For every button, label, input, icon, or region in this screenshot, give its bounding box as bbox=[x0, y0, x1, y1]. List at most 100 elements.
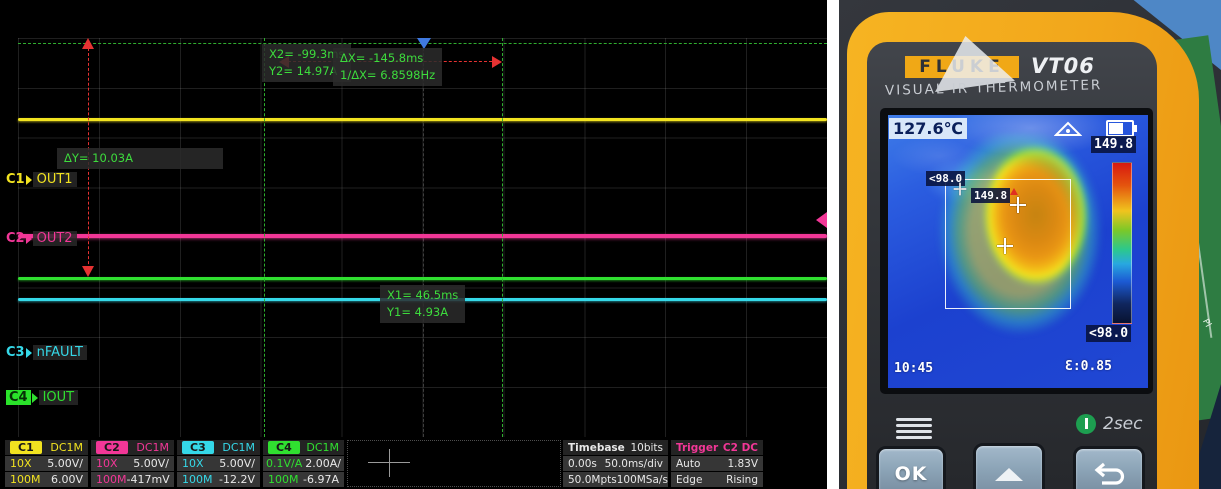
center-temp-readout: 127.6℃ bbox=[889, 118, 967, 139]
hot-spot-label: 149.8 bbox=[971, 188, 1011, 203]
scale-min-label: <98.0 bbox=[1086, 325, 1132, 342]
model-label: VT06 bbox=[1031, 54, 1095, 78]
c3-bandwidth: 100M bbox=[182, 473, 213, 486]
c4-offset: -6.97A bbox=[303, 473, 339, 486]
c4-badge[interactable]: C4 bbox=[268, 441, 300, 454]
c4-bandwidth: 100M bbox=[268, 473, 299, 486]
menu-icon bbox=[896, 418, 932, 442]
c4-trace bbox=[18, 277, 827, 280]
c3-alias: nFAULT bbox=[32, 345, 87, 360]
thermometer-photo: 2 Pl FLUKE VT06 VISUAL IR THERMOMETER bbox=[839, 0, 1221, 489]
up-button[interactable] bbox=[973, 443, 1045, 489]
up-arrow-icon bbox=[995, 467, 1023, 481]
c4-id: C4 bbox=[6, 390, 31, 405]
channel-panel-c3[interactable]: C3 DC1M 10X 5.00V/ 100M -12.2V bbox=[177, 440, 260, 487]
timebase-memory: 50.0Mpts bbox=[568, 473, 617, 486]
emissivity-readout: Ɛ:0.85 bbox=[1065, 359, 1112, 374]
center-crosshair-icon bbox=[997, 238, 1013, 254]
c1-bandwidth: 100M bbox=[10, 473, 41, 486]
timebase-scale: 50.0ms/div bbox=[604, 457, 663, 470]
trigger-level-marker[interactable] bbox=[816, 212, 827, 228]
cursor-dx-value: ΔX= -145.8ms bbox=[340, 51, 424, 65]
c2-bandwidth: 100M bbox=[96, 473, 127, 486]
device-subtitle: VISUAL IR THERMOMETER bbox=[884, 77, 1103, 99]
trigger-title: Trigger bbox=[676, 441, 719, 454]
c1-id: C1 bbox=[6, 172, 25, 187]
timebase-panel[interactable]: Timebase 10bits 0.00s 50.0ms/div 50.0Mpt… bbox=[563, 440, 668, 487]
high-temp-alarm-icon bbox=[1054, 121, 1082, 136]
channel-label-c4[interactable]: C4 IOUT bbox=[6, 390, 79, 405]
c3-badge[interactable]: C3 bbox=[182, 441, 214, 454]
c2-arrow-icon bbox=[25, 233, 32, 244]
c2-badge[interactable]: C2 bbox=[96, 441, 128, 454]
timebase-resolution: 10bits bbox=[630, 441, 663, 454]
c2-scale: 5.00V/ bbox=[133, 457, 169, 470]
oscilloscope-screen: X2= -99.3ms Y2= 14.97A ΔX= -145.8ms 1/ΔX… bbox=[0, 0, 827, 489]
c3-coupling: DC1M bbox=[222, 441, 255, 454]
c1-scale: 5.00V/ bbox=[47, 457, 83, 470]
power-icon bbox=[1076, 414, 1096, 434]
cursor-x1y1-readout: X1= 46.5ms Y1= 4.93A bbox=[380, 285, 466, 323]
delta-y-arrow-down bbox=[82, 266, 94, 277]
device-case: FLUKE VT06 VISUAL IR THERMOMETER 127.6℃ bbox=[847, 12, 1199, 489]
thermal-display: 127.6℃ 149.8 <98.0 <98.0 149.8 10:45 Ɛ:0… bbox=[888, 115, 1148, 388]
c1-badge[interactable]: C1 bbox=[10, 441, 42, 454]
color-scale-bar bbox=[1112, 162, 1132, 324]
cursor-dy-readout: ΔY= 10.03A bbox=[57, 148, 223, 169]
channel-label-c1[interactable]: C1 OUT1 bbox=[6, 172, 77, 187]
clock-readout: 10:45 bbox=[894, 361, 934, 376]
cursor-x1-value: X1= 46.5ms bbox=[387, 288, 459, 302]
c1-arrow-icon bbox=[25, 174, 32, 185]
c2-probe: 10X bbox=[96, 457, 118, 470]
channel-label-c3[interactable]: C3 nFAULT bbox=[6, 345, 87, 360]
channel-panel-c1[interactable]: C1 DC1M 10X 5.00V/ 100M 6.00V bbox=[5, 440, 88, 487]
timebase-sample-rate: 100MSa/s bbox=[616, 473, 668, 486]
c3-offset: -12.2V bbox=[219, 473, 255, 486]
c1-offset: 6.00V bbox=[50, 473, 83, 486]
trigger-mode: Auto bbox=[676, 457, 701, 470]
back-button[interactable] bbox=[1073, 446, 1145, 489]
c2-offset: -417mV bbox=[126, 473, 170, 486]
trigger-coupling: DC bbox=[741, 441, 758, 454]
cursor-y1-value: Y1= 4.93A bbox=[387, 305, 449, 319]
delta-y-arrow-up bbox=[82, 38, 94, 49]
trigger-level: 1.83V bbox=[727, 457, 758, 470]
c1-coupling: DC1M bbox=[50, 441, 83, 454]
device-face: FLUKE VT06 VISUAL IR THERMOMETER 127.6℃ bbox=[867, 36, 1157, 489]
c4-probe: 0.1V/A bbox=[266, 457, 303, 470]
c1-alias: OUT1 bbox=[32, 172, 77, 187]
delta-x-arrow-right bbox=[492, 56, 502, 68]
pointer-area bbox=[347, 440, 561, 487]
ok-button[interactable]: OK bbox=[876, 446, 946, 489]
trigger-type: Edge bbox=[676, 473, 703, 486]
cursor-x2-line[interactable] bbox=[264, 38, 265, 437]
cursor-x1-line[interactable] bbox=[502, 38, 503, 437]
c4-scale: 2.00A/ bbox=[305, 457, 341, 470]
c4-alias: IOUT bbox=[38, 390, 79, 405]
back-arrow-icon bbox=[1094, 462, 1125, 485]
hot-spot-crosshair-icon bbox=[1010, 197, 1026, 213]
c3-probe: 10X bbox=[182, 457, 204, 470]
c3-id: C3 bbox=[6, 345, 25, 360]
trigger-source: C2 bbox=[722, 441, 738, 454]
c1-trace bbox=[18, 118, 827, 121]
cursor-invdx-value: 1/ΔX= 6.8598Hz bbox=[340, 68, 436, 82]
channel-panel-c4[interactable]: C4 DC1M 0.1V/A 2.00A/ 100M -6.97A bbox=[263, 440, 344, 487]
timebase-title: Timebase bbox=[568, 441, 625, 454]
c1-probe: 10X bbox=[10, 457, 32, 470]
trigger-slope: Rising bbox=[726, 473, 758, 486]
c2-trace bbox=[18, 234, 827, 238]
c2-alias: OUT2 bbox=[32, 231, 77, 246]
channel-panel-c2[interactable]: C2 DC1M 10X 5.00V/ 100M -417mV bbox=[91, 440, 174, 487]
battery-icon bbox=[1106, 120, 1137, 137]
channel-label-c2[interactable]: C2 OUT2 bbox=[6, 231, 77, 246]
c4-coupling: DC1M bbox=[306, 441, 339, 454]
cold-spot-crosshair-icon bbox=[953, 182, 967, 196]
timebase-delay: 0.00s bbox=[568, 457, 597, 470]
screenshot: X2= -99.3ms Y2= 14.97A ΔX= -145.8ms 1/ΔX… bbox=[0, 0, 1221, 489]
trigger-panel[interactable]: Trigger C2 DC Auto 1.83V Edge Rising bbox=[671, 440, 763, 487]
cursor-dy-value: ΔY= 10.03A bbox=[64, 151, 133, 165]
cursor-dx-readout: ΔX= -145.8ms 1/ΔX= 6.8598Hz bbox=[333, 48, 443, 86]
c2-id: C2 bbox=[6, 231, 25, 246]
hot-spot-pointer-icon bbox=[1010, 188, 1018, 195]
